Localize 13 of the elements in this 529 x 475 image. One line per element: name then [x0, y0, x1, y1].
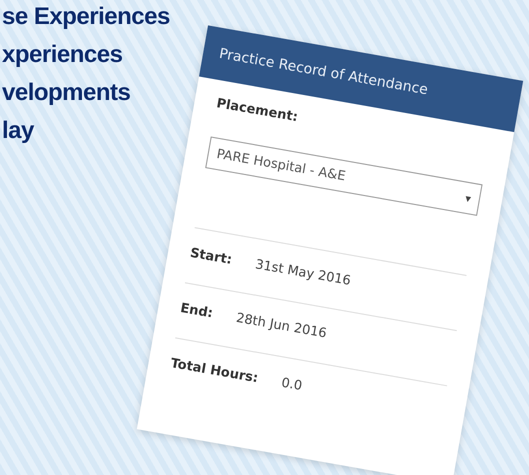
field-value: 0.0 — [280, 376, 304, 394]
field-value: 28th Jun 2016 — [234, 310, 328, 342]
headline-text: lay — [2, 116, 34, 146]
headline-text: xperiences — [2, 40, 122, 70]
placement-select[interactable]: PARE Hospital - A&E ▾ — [205, 136, 483, 216]
field-value: 31st May 2016 — [254, 257, 352, 289]
card-title: Practice Record of Attendance — [218, 46, 430, 98]
headline-text: velopments — [2, 78, 130, 108]
field-label: Total Hours: — [169, 356, 260, 386]
caret-icon: ▾ — [464, 191, 472, 206]
field-label: Start: — [188, 246, 234, 268]
field-label: End: — [179, 300, 214, 322]
headline-text: se Experiences — [2, 2, 170, 32]
